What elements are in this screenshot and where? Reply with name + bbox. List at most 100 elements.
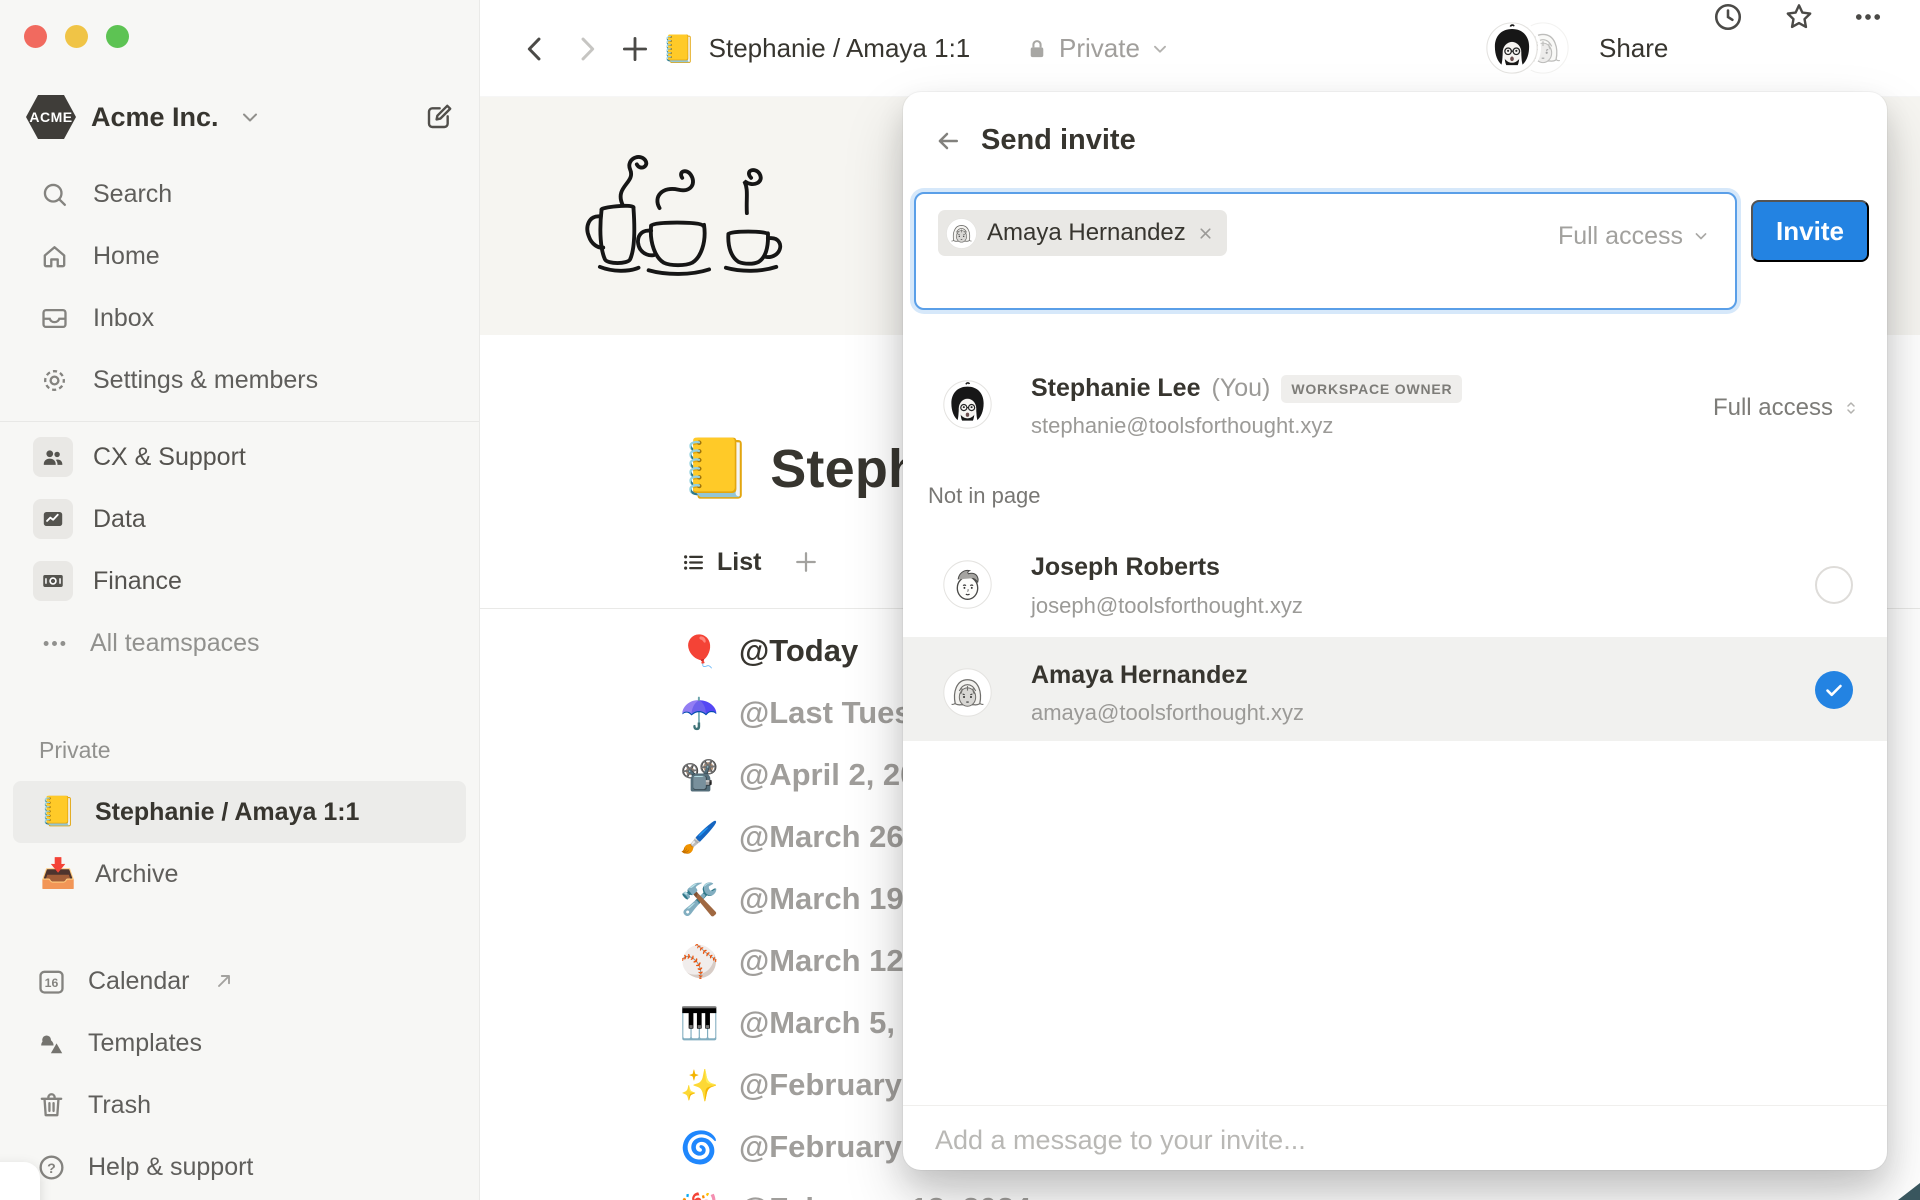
more-options-icon[interactable]: [1851, 0, 1885, 34]
select-person-radio[interactable]: [1815, 566, 1853, 604]
ellipsis-icon: [39, 628, 70, 659]
chevron-down-icon: [1153, 45, 1166, 53]
ledger-emoji-icon: 📒: [662, 33, 696, 64]
chart-icon: [33, 499, 73, 539]
access-level-label: Full access: [1557, 221, 1683, 250]
new-page-button[interactable]: [618, 0, 652, 97]
breadcrumb[interactable]: 📒 Stephanie / Amaya 1:1: [662, 0, 970, 97]
zoom-window-button[interactable]: [106, 25, 129, 48]
back-arrow-icon[interactable]: [933, 126, 963, 156]
sidebar-item-all-teamspaces[interactable]: All teamspaces: [0, 612, 479, 674]
sidebar-item-label: Stephanie / Amaya 1:1: [95, 797, 360, 826]
person-name: Joseph Roberts: [1031, 553, 1220, 581]
banknote-icon: [33, 561, 73, 601]
svg-text:16: 16: [45, 976, 59, 990]
sparkles-emoji-icon: ✨: [680, 1067, 719, 1103]
people-icon: [33, 437, 73, 477]
person-row-joseph[interactable]: Joseph Roberts joseph@toolsforthought.xy…: [903, 545, 1887, 625]
sidebar-item-settings[interactable]: Settings & members: [0, 349, 479, 411]
history-clock-icon[interactable]: [1711, 0, 1745, 34]
sidebar-item-finance[interactable]: Finance: [0, 550, 479, 612]
sidebar-item-label: Search: [93, 179, 173, 208]
sidebar-item-label: Help & support: [88, 1152, 254, 1181]
coffee-mugs-doodle: [585, 155, 783, 276]
new-page-compose-button[interactable]: [423, 101, 455, 133]
templates-icon: [36, 1028, 67, 1059]
back-button[interactable]: [518, 0, 552, 97]
sidebar-item-inbox[interactable]: Inbox: [0, 287, 479, 349]
person-name: Amaya Hernandez: [1031, 661, 1248, 689]
piano-emoji-icon: 🎹: [680, 1005, 719, 1041]
sidebar-item-label: Home: [93, 241, 160, 270]
baseball-emoji-icon: ⚾: [680, 943, 719, 979]
remove-chip-icon[interactable]: [1196, 224, 1215, 243]
chevron-down-icon: [238, 105, 262, 129]
avatar-stephanie: [1486, 22, 1538, 74]
forward-button[interactable]: [570, 0, 604, 97]
sidebar: ACME Acme Inc. Search Home Inbox Setting…: [0, 0, 480, 1200]
sidebar-item-label: Finance: [93, 566, 182, 595]
sidebar-item-templates[interactable]: Templates: [0, 1012, 479, 1074]
avatar-joseph: [943, 560, 992, 609]
sort-chevrons-icon: [1847, 402, 1855, 414]
breadcrumb-title: Stephanie / Amaya 1:1: [708, 33, 971, 63]
sidebar-item-help[interactable]: ? Help & support: [0, 1136, 479, 1198]
sidebar-item-search[interactable]: Search: [0, 163, 479, 225]
invite-message-input[interactable]: Add a message to your invite...: [903, 1105, 1887, 1170]
teamspaces-section: CX & Support Data Finance All teamspaces: [0, 426, 479, 674]
selected-check-icon[interactable]: [1815, 671, 1853, 709]
sidebar-item-label: Data: [93, 504, 146, 533]
member-row-owner: Stephanie Lee (You) WORKSPACE OWNER step…: [903, 370, 1887, 448]
tab-label: List: [717, 547, 762, 576]
avatar-amaya: [943, 668, 992, 717]
lock-icon: [1024, 36, 1050, 62]
member-name: Stephanie Lee: [1031, 374, 1201, 402]
invite-button[interactable]: Invite: [1751, 200, 1869, 262]
add-view-button[interactable]: [791, 547, 821, 577]
avatar-stephanie: [943, 380, 992, 429]
tools-emoji-icon: 🛠️: [680, 881, 719, 917]
sidebar-footer: 16 Calendar Templates Trash ? Help & sup…: [0, 950, 479, 1198]
modal-title: Send invite: [981, 124, 1136, 156]
favorite-star-icon[interactable]: [1782, 0, 1816, 34]
sidebar-item-trash[interactable]: Trash: [0, 1074, 479, 1136]
invite-recipients-input[interactable]: Amaya Hernandez Full access: [914, 192, 1737, 310]
sidebar-item-cx-support[interactable]: CX & Support: [0, 426, 479, 488]
tab-list-view[interactable]: List: [680, 548, 761, 577]
person-email: amaya@toolsforthought.xyz: [1031, 700, 1305, 725]
inbox-icon: [39, 303, 70, 334]
send-invite-modal: Send invite Amaya Hernandez Full access …: [903, 92, 1887, 1170]
list-item-title: @February 13, 2024: [739, 1191, 1031, 1200]
sidebar-item-label: CX & Support: [93, 442, 246, 471]
member-access-dropdown[interactable]: Full access: [1713, 394, 1861, 422]
list-item[interactable]: 🎉 @February 13, 2024: [680, 1178, 1031, 1200]
recipient-chip[interactable]: Amaya Hernandez: [938, 210, 1227, 256]
calendar-icon: 16: [36, 966, 67, 997]
minimize-window-button[interactable]: [65, 25, 88, 48]
window-controls: [24, 25, 129, 48]
workspace-switcher[interactable]: ACME Acme Inc.: [26, 90, 455, 144]
inbox-tray-emoji-icon: 📥: [40, 858, 77, 890]
sidebar-item-stephanie-amaya[interactable]: 📒 Stephanie / Amaya 1:1: [13, 781, 466, 843]
topbar: 📒 Stephanie / Amaya 1:1 Private Share: [480, 0, 1920, 97]
private-section: 📒 Stephanie / Amaya 1:1 📥 Archive: [0, 781, 479, 905]
workspace-name: Acme Inc.: [91, 101, 219, 132]
sidebar-item-label: Trash: [88, 1090, 151, 1119]
page-viewers-avatars[interactable]: [1486, 0, 1576, 97]
message-placeholder: Add a message to your invite...: [935, 1125, 1306, 1155]
share-button[interactable]: Share: [1599, 0, 1668, 97]
sidebar-divider: [0, 421, 479, 422]
sidebar-item-calendar[interactable]: 16 Calendar: [0, 950, 479, 1012]
peeking-card: [0, 1162, 40, 1200]
privacy-dropdown[interactable]: Private: [1024, 0, 1171, 97]
access-level-dropdown[interactable]: Full access: [1558, 216, 1711, 256]
sidebar-item-label: Archive: [95, 859, 179, 888]
close-window-button[interactable]: [24, 25, 47, 48]
sidebar-item-home[interactable]: Home: [0, 225, 479, 287]
sidebar-item-data[interactable]: Data: [0, 488, 479, 550]
balloon-emoji-icon: 🎈: [680, 633, 719, 669]
sidebar-item-archive[interactable]: 📥 Archive: [13, 843, 466, 905]
workspace-owner-badge: WORKSPACE OWNER: [1281, 374, 1463, 403]
person-row-amaya-selected[interactable]: Amaya Hernandez amaya@toolsforthought.xy…: [903, 637, 1887, 741]
sidebar-item-label: Templates: [88, 1028, 202, 1057]
